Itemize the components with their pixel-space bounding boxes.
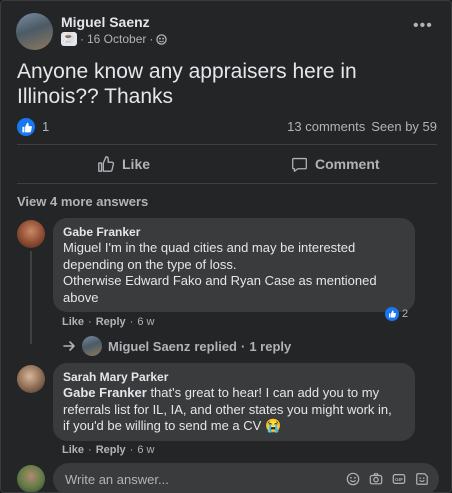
mention-link[interactable]: Gabe Franker: [63, 385, 147, 400]
like-button-label: Like: [122, 156, 151, 172]
comment-line: Otherwise Edward Fako and Ryan Case as m…: [63, 273, 377, 288]
answer-composer: GIF: [53, 463, 439, 492]
dot-separator: ·: [240, 338, 246, 354]
post-stats: 13 comments Seen by 59: [287, 119, 437, 134]
camera-icon[interactable]: [369, 472, 383, 486]
author-avatar[interactable]: [16, 13, 53, 50]
comment-reaction-count: 2: [402, 308, 409, 320]
commenter-name[interactable]: Gabe Franker: [63, 224, 405, 240]
post-date[interactable]: 16 October: [87, 32, 146, 46]
replied-text: replied: [194, 338, 237, 354]
group-icon: ☕: [61, 32, 77, 46]
gif-icon[interactable]: GIF: [392, 472, 406, 486]
seen-by-count[interactable]: Seen by 59: [371, 119, 437, 134]
thread-line: [30, 251, 32, 344]
more-options-icon[interactable]: •••: [413, 17, 433, 35]
dot-separator: ·: [80, 32, 84, 46]
dot-separator: ·: [149, 32, 154, 46]
like-button[interactable]: Like: [97, 149, 150, 179]
view-replies-link[interactable]: Miguel Saenz replied · 1 reply: [62, 336, 291, 356]
audience-icon: [156, 33, 168, 45]
replier-name: Miguel Saenz: [108, 338, 191, 354]
svg-text:GIF: GIF: [395, 477, 403, 483]
reply-count: 1 reply: [249, 338, 292, 354]
comment-like-link[interactable]: Like: [62, 316, 84, 328]
sticker-icon[interactable]: [415, 472, 429, 486]
thumbs-up-icon: [98, 156, 115, 172]
current-user-avatar: [17, 465, 45, 492]
comment-icon: [292, 157, 307, 172]
answer-input[interactable]: [63, 470, 327, 488]
divider: [17, 144, 437, 145]
comment-text: Gabe Franker that's great to hear! I can…: [63, 385, 405, 435]
divider: [17, 183, 437, 184]
commenter-name[interactable]: Sarah Mary Parker: [63, 369, 405, 385]
comment-reply-link[interactable]: Reply: [96, 316, 126, 328]
commenter-avatar[interactable]: [17, 220, 45, 248]
dot-separator: ·: [88, 316, 92, 328]
comment-line-text: that's great to hear! I can add you to m…: [146, 385, 380, 400]
comment-line: referrals list for IL, IA, and other sta…: [63, 401, 392, 417]
comment-button[interactable]: Comment: [291, 149, 380, 179]
dot-separator: ·: [88, 444, 92, 456]
reply-arrow-icon: [63, 341, 75, 351]
comment-like-link[interactable]: Like: [62, 444, 84, 456]
comment-button-label: Comment: [315, 156, 380, 172]
comment-time[interactable]: 6 w: [137, 316, 154, 328]
composer-icons: GIF: [346, 472, 429, 486]
author-name[interactable]: Miguel Saenz: [61, 14, 150, 30]
post-card: Miguel Saenz ☕ · 16 October · ••• Anyone…: [0, 0, 452, 493]
comment-bubble: Gabe Franker Miguel I'm in the quad citi…: [53, 218, 415, 312]
like-reaction-icon[interactable]: [17, 118, 35, 136]
comment-time[interactable]: 6 w: [137, 444, 154, 456]
comment-line: Miguel I'm in the quad cities and may be…: [63, 240, 356, 255]
commenter-avatar[interactable]: [17, 365, 45, 393]
view-more-answers-link[interactable]: View 4 more answers: [17, 194, 148, 209]
comments-count[interactable]: 13 comments: [287, 119, 365, 134]
dot-separator: ·: [129, 316, 134, 328]
comment-line: Gabe Franker that's great to hear! I can…: [63, 385, 405, 402]
crying-emoji-icon: 😭: [264, 418, 282, 433]
reaction-count[interactable]: 1: [42, 119, 49, 134]
post-text: Anyone know any appraisers here in Illin…: [17, 60, 357, 108]
comment-line: above: [63, 289, 99, 305]
dot-separator: ·: [129, 444, 134, 456]
comment-line: depending on the type of loss.: [63, 256, 237, 272]
post-meta: ☕ · 16 October ·: [61, 32, 168, 46]
comment-text: Miguel I'm in the quad cities and may be…: [63, 240, 405, 306]
comment-reaction-chip[interactable]: 2: [385, 307, 408, 321]
comment-reply-link[interactable]: Reply: [96, 444, 126, 456]
emoji-icon[interactable]: [346, 472, 360, 486]
comment-bubble: Sarah Mary Parker Gabe Franker that's gr…: [53, 363, 415, 441]
comment-line: if you'd be willing to send me a CV 😭: [63, 418, 405, 435]
comment-actions: Like · Reply · 6 w: [62, 444, 154, 456]
comment-actions: Like · Reply · 6 w: [62, 316, 154, 328]
like-reaction-icon: [385, 307, 399, 321]
replier-avatar: [82, 336, 102, 356]
comment-line-text: if you'd be willing to send me a CV: [63, 418, 262, 433]
